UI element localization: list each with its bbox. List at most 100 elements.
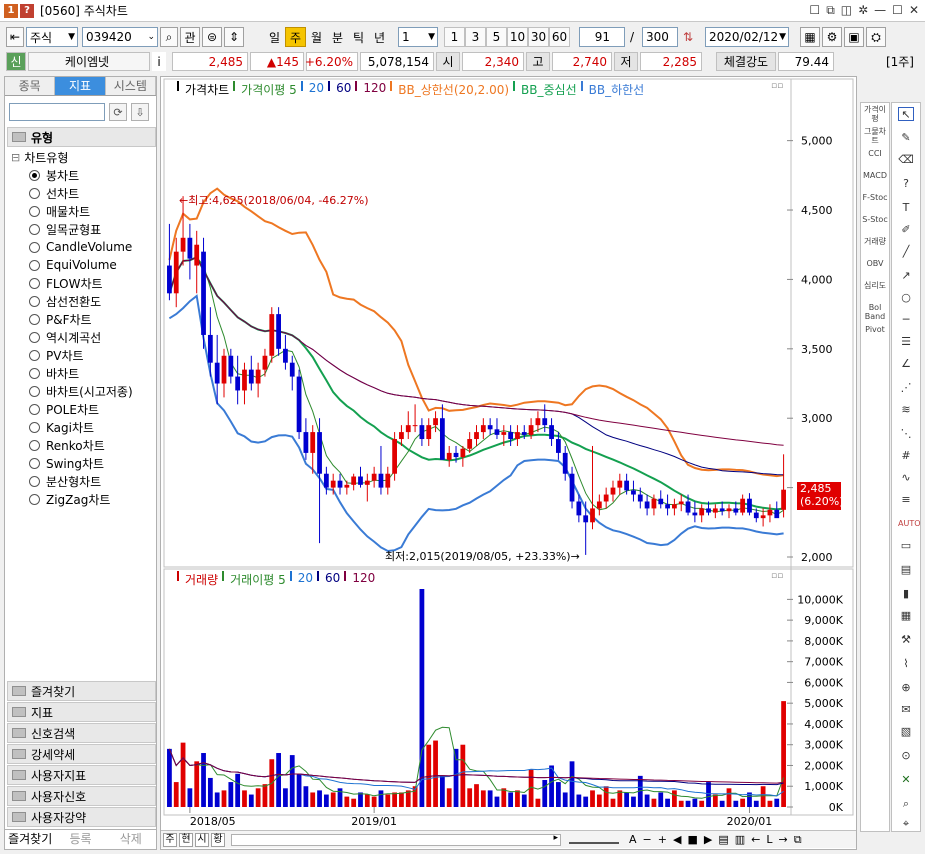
period-tab[interactable]: 주 xyxy=(285,27,306,47)
chart-type-item[interactable]: CandleVolume xyxy=(29,238,133,256)
radio-icon[interactable] xyxy=(29,313,40,325)
plus-icon[interactable]: + xyxy=(658,833,667,847)
scrollbar[interactable]: ▸ xyxy=(231,833,561,846)
link-icon[interactable]: ⊜ xyxy=(202,27,222,47)
indicator-shortcut[interactable]: Bol Band xyxy=(861,303,889,321)
sidebar-group[interactable]: 신호검색 xyxy=(7,723,156,743)
sidebar-tab[interactable]: 시스템 xyxy=(105,77,156,95)
chart-type-item[interactable]: 바차트 xyxy=(29,364,133,382)
indicator-shortcut[interactable]: OBV xyxy=(861,259,889,268)
chart-type-item[interactable]: 매물차트 xyxy=(29,202,133,220)
sidebar-tab[interactable]: 지표 xyxy=(55,77,106,95)
bar-toggle-icon[interactable]: ▥ xyxy=(735,833,745,847)
analysis-icon[interactable]: ⊙ xyxy=(898,749,914,763)
chart-type-item[interactable]: POLE차트 xyxy=(29,400,133,418)
chart-type-item[interactable]: 일목균형표 xyxy=(29,220,133,238)
pen-icon[interactable]: ✐ xyxy=(898,223,914,237)
period-tab[interactable]: 월 xyxy=(306,27,327,47)
back-icon[interactable]: ← xyxy=(751,833,760,847)
refresh-icon[interactable]: ⇅ xyxy=(680,27,696,47)
chart-save-icon[interactable]: ▦ xyxy=(800,27,820,47)
help-icon[interactable]: ? xyxy=(20,3,34,18)
chart-type-item[interactable]: Swing차트 xyxy=(29,454,133,472)
radio-icon[interactable] xyxy=(29,385,40,397)
chart-canvas[interactable]: 5,0004,5004,0003,5003,0002,5002,00010,00… xyxy=(161,77,856,831)
chart-type-item[interactable]: ZigZag차트 xyxy=(29,490,133,508)
period-tab[interactable]: 분 xyxy=(327,27,348,47)
circle-icon[interactable]: ○ xyxy=(898,291,914,305)
chart-type-item[interactable]: P&F차트 xyxy=(29,310,133,328)
quick-interval-button[interactable]: 5 xyxy=(486,27,507,47)
zoom-in-icon[interactable]: ⊕ xyxy=(898,681,914,695)
radio-icon[interactable] xyxy=(29,187,40,199)
interval-select[interactable]: 1 ▼ xyxy=(398,27,438,47)
panel-controls[interactable]: ▫▫ xyxy=(771,81,783,91)
radio-icon[interactable] xyxy=(29,205,40,217)
left-icon[interactable]: ◀ xyxy=(673,833,681,847)
maximize-icon[interactable]: ☐ xyxy=(892,3,903,18)
forward-icon[interactable]: → xyxy=(778,833,787,847)
quick-interval-button[interactable]: 30 xyxy=(528,27,549,47)
radio-icon[interactable] xyxy=(29,241,40,253)
chart-type-item[interactable]: FLOW차트 xyxy=(29,274,133,292)
magnifier-icon[interactable]: ⌕ xyxy=(898,797,914,811)
sidebar-group[interactable]: 지표 xyxy=(7,702,156,722)
chart-type-item[interactable]: 삼선전환도 xyxy=(29,292,133,310)
eraser-icon[interactable]: ✎ xyxy=(898,131,914,145)
excel-icon[interactable]: ✕ xyxy=(898,773,914,787)
l-icon[interactable]: L xyxy=(766,833,772,847)
fibonacci-icon[interactable]: ≋ xyxy=(898,403,914,417)
trendline-icon[interactable]: ╱ xyxy=(898,245,914,259)
gann-icon[interactable]: ∠ xyxy=(898,357,914,371)
radio-icon[interactable] xyxy=(29,259,40,271)
gear-icon[interactable]: ⚙ xyxy=(822,27,842,47)
level-icon[interactable]: ≡ xyxy=(898,493,914,507)
prev-icon[interactable]: ⇤ xyxy=(6,27,24,47)
channel-icon[interactable]: ☰ xyxy=(898,335,914,349)
radio-icon[interactable] xyxy=(29,367,40,379)
radio-icon[interactable] xyxy=(29,403,40,415)
camera-icon[interactable]: ◫ xyxy=(841,3,852,18)
radio-icon[interactable] xyxy=(29,457,40,469)
text-tool-icon[interactable]: A xyxy=(629,833,637,847)
copy-icon[interactable]: ⧉ xyxy=(826,3,835,18)
radio-icon[interactable] xyxy=(29,331,40,343)
quick-interval-button[interactable]: 60 xyxy=(549,27,570,47)
indicator-shortcut[interactable]: S-Stoc xyxy=(861,215,889,224)
chart-type-item[interactable]: Kagi차트 xyxy=(29,418,133,436)
chart-type-item[interactable]: EquiVolume xyxy=(29,256,133,274)
chart-type-item[interactable]: PV차트 xyxy=(29,346,133,364)
radio-icon[interactable] xyxy=(29,277,40,289)
minus-icon[interactable]: − xyxy=(643,833,652,847)
indicator-shortcut[interactable]: MACD xyxy=(861,171,889,180)
minimize-icon[interactable]: — xyxy=(874,3,886,18)
report-icon[interactable]: ▧ xyxy=(898,725,914,739)
sidebar-tab[interactable]: 종목 xyxy=(5,77,56,95)
quick-interval-button[interactable]: 1 xyxy=(444,27,465,47)
radio-icon[interactable] xyxy=(29,421,40,433)
indicator-shortcut[interactable]: Pivot xyxy=(861,325,889,334)
ray-icon[interactable]: ↗ xyxy=(898,269,914,283)
count-input[interactable]: 91 xyxy=(579,27,625,47)
indicator-shortcut[interactable]: 그물차트 xyxy=(861,127,889,145)
period-tab[interactable]: 틱 xyxy=(348,27,369,47)
chart-type-item[interactable]: 선차트 xyxy=(29,184,133,202)
chart-area[interactable]: 5,0004,5004,0003,5003,0002,5002,00010,00… xyxy=(160,76,857,850)
radio-icon[interactable] xyxy=(29,493,40,505)
sidebar-bottom-tab[interactable]: 삭제 xyxy=(106,830,156,849)
note-icon[interactable]: ✉ xyxy=(898,703,914,717)
settings-icon[interactable]: ✲ xyxy=(858,3,868,18)
price-tool-icon[interactable]: ⌇ xyxy=(898,657,914,671)
chart-type-item[interactable]: Renko차트 xyxy=(29,436,133,454)
nav-button[interactable]: 현 xyxy=(179,832,193,847)
quick-interval-button[interactable]: 10 xyxy=(507,27,528,47)
spin-icon[interactable]: ⇕ xyxy=(224,27,244,47)
indicator-shortcut[interactable]: 거래량 xyxy=(861,237,889,246)
sidebar-bottom-tab[interactable]: 등록 xyxy=(55,830,105,849)
sidebar-bottom-tab[interactable]: 즐겨찾기 xyxy=(5,830,55,849)
tool-icon[interactable]: ⛭ xyxy=(866,27,886,47)
fan-icon[interactable]: ⋰ xyxy=(898,381,914,395)
date-input[interactable]: 2020/02/12 ▼ xyxy=(705,27,789,47)
zoom-slider[interactable] xyxy=(569,836,619,844)
horizontal-line-icon[interactable]: ─ xyxy=(898,313,914,327)
